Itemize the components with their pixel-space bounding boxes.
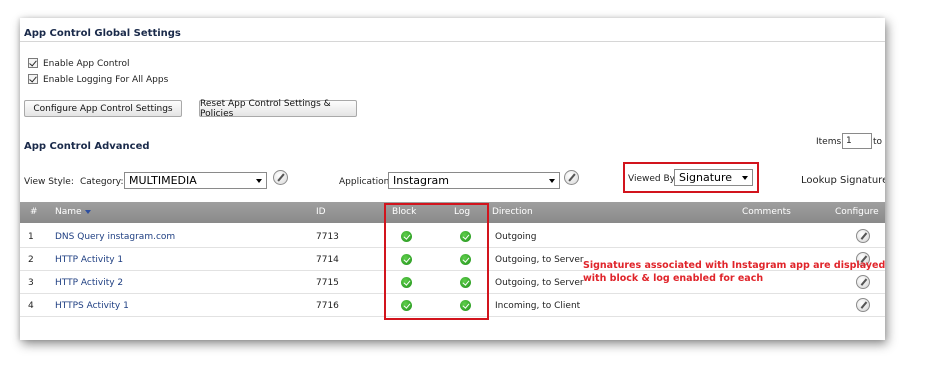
header-num: # <box>30 207 38 217</box>
items-label: Items <box>816 137 842 147</box>
items-to-label: to <box>873 137 883 147</box>
configure-edit-icon[interactable] <box>856 298 870 312</box>
category-select[interactable]: MULTIMEDIA <box>124 172 267 189</box>
advanced-title: App Control Advanced <box>24 141 150 152</box>
header-name[interactable]: Name <box>55 207 91 217</box>
chevron-down-icon <box>742 176 748 180</box>
reset-app-control-button[interactable]: Reset App Control Settings & Policies <box>199 99 357 119</box>
header-comments[interactable]: Comments <box>742 207 791 217</box>
app-control-panel: App Control Global Settings Enable App C… <box>20 18 885 340</box>
row-num: 2 <box>28 255 34 265</box>
header-id[interactable]: ID <box>316 207 326 217</box>
row-direction: Incoming, to Client <box>495 301 581 311</box>
configure-edit-icon[interactable] <box>856 229 870 243</box>
row-name[interactable]: DNS Query instagram.com <box>55 232 175 242</box>
row-id: 7713 <box>316 232 339 242</box>
lookup-signature-link[interactable]: Lookup Signature <box>801 175 885 186</box>
row-direction: Outgoing, to Server <box>495 278 584 288</box>
block-log-highlight <box>384 203 489 320</box>
application-label: Application: <box>339 177 393 187</box>
items-input[interactable]: 1 <box>842 133 872 149</box>
row-direction: Outgoing <box>495 232 537 242</box>
row-id: 7714 <box>316 255 339 265</box>
viewed-by-value: Signature <box>679 171 733 184</box>
header-configure: Configure <box>835 207 879 217</box>
view-style-label: View Style: <box>24 177 74 187</box>
viewed-by-label: Viewed By: <box>628 174 678 184</box>
application-select[interactable]: Instagram <box>388 172 560 189</box>
row-num: 3 <box>28 278 34 288</box>
edit-application-icon[interactable] <box>564 170 579 185</box>
section-divider <box>20 41 885 42</box>
enable-app-control-label: Enable App Control <box>43 59 130 69</box>
enable-app-control-checkbox[interactable] <box>28 58 38 68</box>
edit-category-icon[interactable] <box>273 170 288 185</box>
application-value: Instagram <box>393 174 449 187</box>
chevron-down-icon <box>549 179 555 183</box>
enable-logging-label: Enable Logging For All Apps <box>43 75 169 85</box>
annotation-line-1: Signatures associated with Instagram app… <box>583 260 885 271</box>
row-name[interactable]: HTTPS Activity 1 <box>55 301 129 311</box>
row-num: 1 <box>28 232 34 242</box>
annotation-line-2: with block & log enabled for each <box>583 273 764 284</box>
row-id: 7716 <box>316 301 339 311</box>
row-num: 4 <box>28 301 34 311</box>
row-name[interactable]: HTTP Activity 2 <box>55 278 123 288</box>
global-settings-title: App Control Global Settings <box>24 28 181 39</box>
chevron-down-icon <box>256 179 262 183</box>
sort-desc-icon <box>84 209 91 214</box>
viewed-by-select[interactable]: Signature <box>674 169 753 186</box>
enable-logging-checkbox[interactable] <box>28 74 38 84</box>
row-id: 7715 <box>316 278 339 288</box>
configure-edit-icon[interactable] <box>856 275 870 289</box>
category-value: MULTIMEDIA <box>129 174 197 187</box>
row-name[interactable]: HTTP Activity 1 <box>55 255 123 265</box>
header-direction[interactable]: Direction <box>492 207 533 217</box>
row-direction: Outgoing, to Server <box>495 255 584 265</box>
category-label: Category: <box>80 177 124 187</box>
configure-app-control-button[interactable]: Configure App Control Settings <box>24 100 182 117</box>
